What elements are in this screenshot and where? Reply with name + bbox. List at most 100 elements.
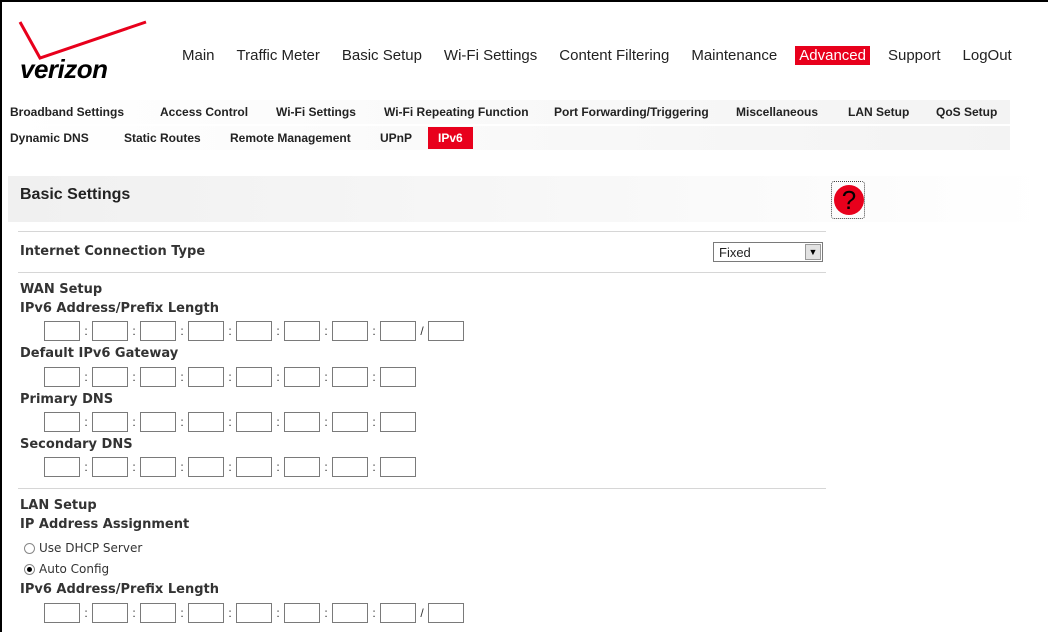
ipv6-segment-input[interactable] <box>284 457 320 477</box>
ipv6-segment-input[interactable] <box>92 412 128 432</box>
ipv6-segment-input[interactable] <box>380 603 416 623</box>
ipv6-segment-input[interactable] <box>236 412 272 432</box>
ipv6-segment-input[interactable] <box>380 457 416 477</box>
ipv6-segment-input[interactable] <box>380 412 416 432</box>
page-title: Basic Settings <box>20 186 131 203</box>
ip-separator: : <box>372 415 376 429</box>
primary-dns-label: Primary DNS <box>20 392 114 407</box>
ipv6-segment-input[interactable] <box>188 412 224 432</box>
ip-separator: : <box>180 460 184 474</box>
ipv6-segment-input[interactable] <box>284 412 320 432</box>
ip-separator: : <box>228 606 232 620</box>
subnav-item-broadband-settings[interactable]: Broadband Settings <box>10 105 124 119</box>
subnav-item-lan-setup[interactable]: LAN Setup <box>848 105 909 119</box>
ipv6-segment-input[interactable] <box>284 321 320 341</box>
ipv6-segment-input[interactable] <box>236 367 272 387</box>
subnav-item-access-control[interactable]: Access Control <box>160 105 248 119</box>
subnav-item-qos-setup[interactable]: QoS Setup <box>936 105 997 119</box>
ipv6-segment-input[interactable] <box>332 457 368 477</box>
subnav-item-static-routes[interactable]: Static Routes <box>124 131 201 145</box>
topnav-item-logout[interactable]: LogOut <box>959 46 1016 65</box>
subnav-item-dynamic-dns[interactable]: Dynamic DNS <box>10 131 89 145</box>
radio-dhcp-label: Use DHCP Server <box>39 541 143 555</box>
radio-auto-config[interactable]: Auto Config <box>24 562 109 576</box>
ipv6-segment-input[interactable] <box>188 321 224 341</box>
secondary-dns-row: ::::::: <box>44 456 416 478</box>
subnav-item-ipv6[interactable]: IPv6 <box>428 127 473 149</box>
prefix-separator: / <box>420 324 424 338</box>
ip-separator: : <box>84 415 88 429</box>
prefix-separator: / <box>420 606 424 620</box>
ipv6-segment-input[interactable] <box>44 321 80 341</box>
ipv6-segment-input[interactable] <box>380 367 416 387</box>
subnav-item-miscellaneous[interactable]: Miscellaneous <box>736 105 818 119</box>
ipv6-segment-input[interactable] <box>188 457 224 477</box>
section-header-bar <box>8 176 1048 222</box>
ipv6-segment-input[interactable] <box>44 457 80 477</box>
ipv6-segment-input[interactable] <box>284 367 320 387</box>
ipv6-segment-input[interactable] <box>332 321 368 341</box>
topnav-item-basic-setup[interactable]: Basic Setup <box>338 46 426 65</box>
wan-ipv6-address-row: ::::::: / <box>44 320 464 342</box>
wan-ipv6-prefix-label: IPv6 Address/Prefix Length <box>20 301 219 316</box>
ipv6-segment-input[interactable] <box>44 367 80 387</box>
ip-separator: : <box>132 606 136 620</box>
ipv6-segment-input[interactable] <box>92 457 128 477</box>
ipv6-segment-input[interactable] <box>188 367 224 387</box>
ip-separator: : <box>276 370 280 384</box>
ip-separator: : <box>276 415 280 429</box>
prefix-length-input[interactable] <box>428 603 464 623</box>
ip-separator: : <box>228 324 232 338</box>
ipv6-segment-input[interactable] <box>44 603 80 623</box>
verizon-logo[interactable]: verizon <box>18 18 152 88</box>
ipv6-segment-input[interactable] <box>332 603 368 623</box>
subnav-item-wi-fi-settings[interactable]: Wi-Fi Settings <box>276 105 356 119</box>
topnav-item-advanced[interactable]: Advanced <box>795 46 870 65</box>
topnav-item-wi-fi-settings[interactable]: Wi-Fi Settings <box>440 46 541 65</box>
topnav-item-main[interactable]: Main <box>178 46 219 65</box>
ipv6-segment-input[interactable] <box>92 367 128 387</box>
ipv6-segment-input[interactable] <box>332 412 368 432</box>
ipv6-segment-input[interactable] <box>140 457 176 477</box>
prefix-length-input[interactable] <box>428 321 464 341</box>
ipv6-segment-input[interactable] <box>140 412 176 432</box>
ip-separator: : <box>324 460 328 474</box>
connection-type-select[interactable]: Fixed ▼ <box>713 242 823 262</box>
ipv6-segment-input[interactable] <box>92 603 128 623</box>
topnav-item-traffic-meter[interactable]: Traffic Meter <box>233 46 324 65</box>
ipv6-segment-input[interactable] <box>332 367 368 387</box>
radio-button[interactable] <box>24 542 35 554</box>
dropdown-arrow-icon[interactable]: ▼ <box>805 244 821 260</box>
ipv6-segment-input[interactable] <box>188 603 224 623</box>
ipv6-segment-input[interactable] <box>236 603 272 623</box>
subnav-item-port-forwarding-triggering[interactable]: Port Forwarding/Triggering <box>554 105 709 119</box>
help-icon[interactable]: ? <box>831 181 865 219</box>
header: verizon Main Traffic Meter Basic Setup Wi-F… <box>8 8 1044 94</box>
ip-separator: : <box>276 460 280 474</box>
subnav-item-upnp[interactable]: UPnP <box>380 131 412 145</box>
ip-separator: : <box>180 324 184 338</box>
divider <box>18 488 826 489</box>
logo-text: verizon <box>20 54 108 84</box>
ipv6-segment-input[interactable] <box>236 457 272 477</box>
subnav-item-remote-management[interactable]: Remote Management <box>230 131 351 145</box>
divider <box>18 231 826 232</box>
topnav-item-support[interactable]: Support <box>884 46 945 65</box>
ipv6-segment-input[interactable] <box>140 603 176 623</box>
ipv6-segment-input[interactable] <box>44 412 80 432</box>
ip-assignment-label: IP Address Assignment <box>20 517 190 532</box>
radio-dhcp-server[interactable]: Use DHCP Server <box>24 541 142 555</box>
ip-separator: : <box>372 324 376 338</box>
gateway-label: Default IPv6 Gateway <box>20 346 179 361</box>
subnav-item-wi-fi-repeating-function[interactable]: Wi-Fi Repeating Function <box>384 105 529 119</box>
ipv6-segment-input[interactable] <box>284 603 320 623</box>
ipv6-segment-input[interactable] <box>92 321 128 341</box>
ipv6-segment-input[interactable] <box>236 321 272 341</box>
ipv6-segment-input[interactable] <box>140 321 176 341</box>
topnav-item-content-filtering[interactable]: Content Filtering <box>555 46 673 65</box>
lan-ipv6-prefix-label: IPv6 Address/Prefix Length <box>20 582 219 597</box>
ipv6-segment-input[interactable] <box>380 321 416 341</box>
ipv6-segment-input[interactable] <box>140 367 176 387</box>
topnav-item-maintenance[interactable]: Maintenance <box>687 46 781 65</box>
radio-button[interactable] <box>24 563 35 575</box>
